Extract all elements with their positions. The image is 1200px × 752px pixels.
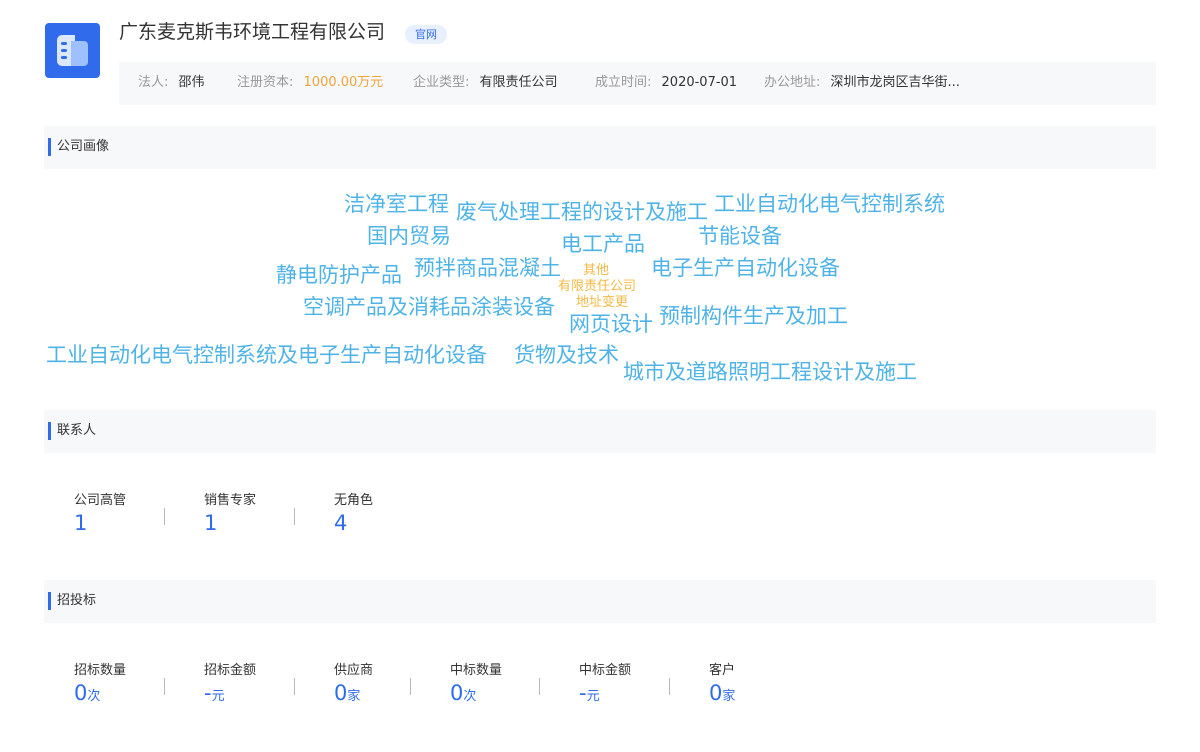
- legal-representative: 法人: 邵伟: [138, 75, 205, 91]
- cloud-word[interactable]: 工业自动化电气控制系统及电子生产自动化设备: [46, 345, 487, 366]
- stat-divider: [294, 678, 295, 695]
- cloud-word[interactable]: 其他: [583, 264, 609, 277]
- stat-label: 公司高管: [74, 493, 127, 508]
- stat-label: 销售专家: [204, 493, 257, 508]
- stat-divider: [669, 678, 670, 695]
- cloud-word[interactable]: 预拌商品混凝土: [414, 258, 561, 279]
- bid-stat-win-count[interactable]: 中标数量 0次: [450, 663, 502, 709]
- contact-stat-no-role[interactable]: 无角色 4: [334, 493, 373, 535]
- section-accent-bar: [48, 422, 51, 440]
- company-name: 广东麦克斯韦环境工程有限公司: [119, 21, 386, 43]
- company-info-bar: 法人: 邵伟 注册资本: 1000.00万元 企业类型: 有限责任公司 成立时间…: [119, 62, 1156, 105]
- section-accent-bar: [48, 592, 51, 610]
- official-website-badge[interactable]: 官网: [405, 25, 447, 44]
- stat-unit: 次: [463, 689, 477, 704]
- company-type: 企业类型: 有限责任公司: [413, 75, 558, 91]
- cloud-word[interactable]: 预制构件生产及加工: [659, 306, 848, 327]
- cloud-word[interactable]: 城市及道路照明工程设计及施工: [623, 362, 917, 383]
- stat-value[interactable]: 0: [74, 681, 87, 705]
- bid-stat-win-amount[interactable]: 中标金额 -元: [579, 663, 631, 709]
- bid-stat-suppliers[interactable]: 供应商 0家: [334, 663, 373, 709]
- capital-label: 注册资本:: [237, 75, 294, 90]
- cloud-word[interactable]: 电工产品: [561, 234, 645, 255]
- stat-value[interactable]: 0: [334, 681, 347, 705]
- founded-value: 2020-07-01: [661, 75, 738, 90]
- address-label: 办公地址:: [764, 75, 821, 90]
- stat-value[interactable]: 4: [334, 511, 373, 535]
- cloud-word[interactable]: 有限责任公司: [558, 280, 636, 293]
- contact-stat-executives[interactable]: 公司高管 1: [74, 493, 126, 535]
- bid-stat-customers[interactable]: 客户 0家: [709, 663, 735, 709]
- founded-date: 成立时间: 2020-07-01: [595, 75, 737, 91]
- cloud-word[interactable]: 节能设备: [698, 226, 782, 247]
- cloud-word[interactable]: 电子生产自动化设备: [651, 258, 840, 279]
- cloud-word[interactable]: 国内贸易: [367, 226, 451, 247]
- building-icon: [45, 23, 100, 78]
- stat-label: 招标金额: [204, 663, 257, 678]
- capital-value: 1000.00万元: [303, 75, 384, 90]
- cloud-word[interactable]: 地址变更: [576, 296, 628, 309]
- section-header-contacts: 联系人: [44, 410, 1156, 453]
- stat-value[interactable]: -: [204, 681, 212, 705]
- section-title-contacts: 联系人: [57, 423, 97, 438]
- legal-rep-label: 法人:: [138, 75, 169, 90]
- bid-stat-tender-count[interactable]: 招标数量 0次: [74, 663, 126, 709]
- section-title-bidding: 招投标: [57, 593, 97, 608]
- stat-divider: [410, 678, 411, 695]
- registered-capital: 注册资本: 1000.00万元: [237, 75, 383, 91]
- bid-stat-tender-amount[interactable]: 招标金额 -元: [204, 663, 256, 709]
- stat-divider: [539, 678, 540, 695]
- cloud-word[interactable]: 空调产品及消耗品涂装设备: [303, 297, 555, 318]
- type-label: 企业类型:: [413, 75, 470, 90]
- legal-rep-value[interactable]: 邵伟: [179, 75, 205, 90]
- stat-value[interactable]: 0: [450, 681, 463, 705]
- contact-stat-sales[interactable]: 销售专家 1: [204, 493, 256, 535]
- stat-label: 中标金额: [579, 663, 632, 678]
- stat-unit: 家: [347, 689, 361, 704]
- stat-label: 招标数量: [74, 663, 127, 678]
- section-header-bidding: 招投标: [44, 580, 1156, 623]
- stat-value[interactable]: 0: [709, 681, 722, 705]
- cloud-word[interactable]: 货物及技术: [514, 345, 619, 366]
- stat-label: 无角色: [334, 493, 374, 508]
- cloud-word[interactable]: 静电防护产品: [276, 265, 402, 286]
- stat-divider: [164, 508, 165, 525]
- stat-divider: [294, 508, 295, 525]
- stat-unit: 家: [722, 689, 736, 704]
- cloud-word[interactable]: 洁净室工程: [344, 194, 449, 215]
- section-header-portrait: 公司画像: [44, 126, 1156, 169]
- cloud-word[interactable]: 废气处理工程的设计及施工: [456, 202, 708, 223]
- cloud-word[interactable]: 工业自动化电气控制系统: [714, 194, 945, 215]
- stat-divider: [164, 678, 165, 695]
- stat-label: 中标数量: [450, 663, 503, 678]
- stat-label: 客户: [709, 663, 736, 678]
- type-value: 有限责任公司: [479, 75, 558, 90]
- address-value[interactable]: 深圳市龙岗区吉华街...: [831, 75, 960, 90]
- cloud-word[interactable]: 网页设计: [569, 314, 653, 335]
- office-address: 办公地址: 深圳市龙岗区吉华街...: [764, 75, 960, 91]
- stat-value[interactable]: -: [579, 681, 587, 705]
- stat-label: 供应商: [334, 663, 374, 678]
- founded-label: 成立时间:: [595, 75, 652, 90]
- stat-value[interactable]: 1: [74, 511, 126, 535]
- stat-value[interactable]: 1: [204, 511, 256, 535]
- section-accent-bar: [48, 138, 51, 156]
- stat-unit: 元: [211, 689, 225, 704]
- section-title-portrait: 公司画像: [57, 139, 110, 154]
- stat-unit: 次: [87, 689, 101, 704]
- stat-unit: 元: [586, 689, 600, 704]
